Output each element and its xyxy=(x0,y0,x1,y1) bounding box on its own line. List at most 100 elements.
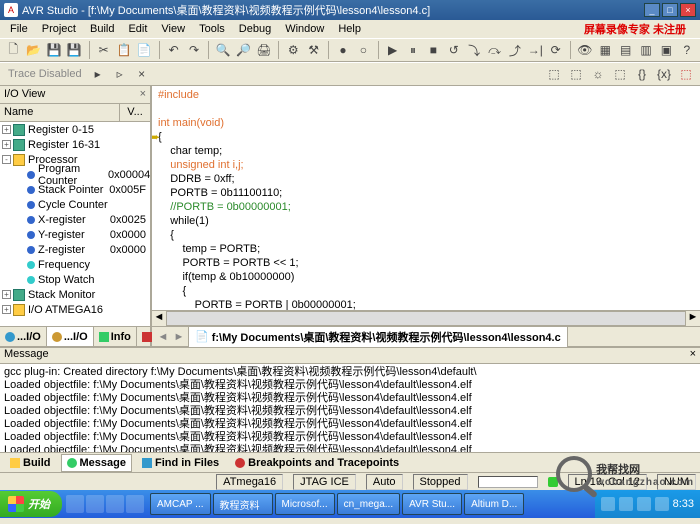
menu-view[interactable]: View xyxy=(155,21,191,37)
ql-icon[interactable] xyxy=(106,495,124,513)
task-button[interactable]: AVR Stu... xyxy=(402,493,462,515)
tree-row[interactable]: +Stack Monitor xyxy=(0,287,150,302)
task-button[interactable]: 教程资料 xyxy=(213,493,273,515)
io-tree[interactable]: +Register 0-15+Register 16-31-ProcessorP… xyxy=(0,122,150,326)
tree-row[interactable]: +Register 0-15 xyxy=(0,122,150,137)
tab-breakpoints[interactable]: Breakpoints and Tracepoints xyxy=(229,454,405,472)
undo-icon[interactable]: ↶ xyxy=(164,40,182,60)
tab-io2[interactable]: ...I/O xyxy=(47,327,94,346)
tree-row[interactable]: Stack Pointer0x005F xyxy=(0,182,150,197)
ql-icon[interactable] xyxy=(126,495,144,513)
step-over-icon[interactable]: ⤼ xyxy=(485,40,503,60)
step-into-icon[interactable]: ⤵ xyxy=(465,40,483,60)
minimize-button[interactable]: _ xyxy=(644,3,660,17)
db-btn7-icon[interactable]: ⬚ xyxy=(676,64,696,84)
status-caps: NUM xyxy=(657,474,696,490)
db-btn3-icon[interactable]: ☼ xyxy=(588,64,608,84)
toggle-bp-icon[interactable]: ● xyxy=(334,40,352,60)
tray-icon[interactable] xyxy=(601,497,615,511)
tab-info[interactable]: Info xyxy=(94,327,137,346)
code-editor[interactable]: #include int main(void)➨{ char temp; uns… xyxy=(152,86,700,310)
message-list[interactable]: gcc plug-in: Created directory f:\My Doc… xyxy=(0,364,700,452)
system-tray[interactable]: 8:33 xyxy=(595,490,700,518)
menu-file[interactable]: File xyxy=(4,21,34,37)
message-close-icon[interactable]: × xyxy=(690,348,696,363)
tree-row[interactable]: +Register 16-31 xyxy=(0,137,150,152)
run-icon[interactable]: ▶ xyxy=(383,40,401,60)
task-button[interactable]: AMCAP ... xyxy=(150,493,211,515)
find-icon[interactable]: 🔍 xyxy=(214,40,232,60)
menu-window[interactable]: Window xyxy=(279,21,330,37)
reset-icon[interactable]: ↺ xyxy=(445,40,463,60)
tray-icon[interactable] xyxy=(637,497,651,511)
compile-icon[interactable]: ⚒ xyxy=(305,40,323,60)
saveall-icon[interactable]: 💾 xyxy=(65,40,83,60)
run-cursor-icon[interactable]: →| xyxy=(526,40,544,60)
db-btn2-icon[interactable]: ⬚ xyxy=(566,64,586,84)
open-icon[interactable]: 📂 xyxy=(24,40,42,60)
io-view-close-icon[interactable]: × xyxy=(140,88,146,101)
build-icon[interactable]: ⚙ xyxy=(284,40,302,60)
menu-tools[interactable]: Tools xyxy=(193,21,231,37)
tree-row[interactable]: Cycle Counter xyxy=(0,197,150,212)
tree-row[interactable]: +I/O ATMEGA16 xyxy=(0,302,150,317)
tree-row[interactable]: Z-register0x0000 xyxy=(0,242,150,257)
trace-btn1-icon[interactable]: ▸ xyxy=(88,64,108,84)
tree-row[interactable]: Frequency xyxy=(0,257,150,272)
menu-build[interactable]: Build xyxy=(84,21,120,37)
disasm-icon[interactable]: ▥ xyxy=(637,40,655,60)
help-icon[interactable]: ? xyxy=(678,40,696,60)
tree-row[interactable]: Program Counter0x00004 xyxy=(0,167,150,182)
menu-project[interactable]: Project xyxy=(36,21,82,37)
paste-icon[interactable]: 📄 xyxy=(135,40,153,60)
code-scrollbar[interactable]: ◄► xyxy=(152,310,700,326)
db-btn5-icon[interactable]: {} xyxy=(632,64,652,84)
remove-bp-icon[interactable]: ○ xyxy=(354,40,372,60)
memory-icon[interactable]: ▤ xyxy=(616,40,634,60)
tab-prev-icon[interactable]: ◄ xyxy=(156,331,170,343)
menu-edit[interactable]: Edit xyxy=(122,21,153,37)
print-icon[interactable]: 🖨 xyxy=(255,40,273,60)
ql-icon[interactable] xyxy=(66,495,84,513)
task-button[interactable]: cn_mega... xyxy=(337,493,400,515)
menu-help[interactable]: Help xyxy=(332,21,367,37)
tree-row[interactable]: Y-register0x0000 xyxy=(0,227,150,242)
pause-icon[interactable]: ⏸ xyxy=(404,40,422,60)
registers-icon[interactable]: ▦ xyxy=(596,40,614,60)
file-tab[interactable]: 📄 f:\My Documents\桌面\教程资料\视频教程示例代码\lesso… xyxy=(188,326,568,348)
tab-next-icon[interactable]: ► xyxy=(172,331,186,343)
tray-icon[interactable] xyxy=(619,497,633,511)
close-button[interactable]: × xyxy=(680,3,696,17)
tab-find[interactable]: Find in Files xyxy=(136,454,225,472)
start-button[interactable]: 开始 xyxy=(0,491,62,517)
tray-icon[interactable] xyxy=(655,497,669,511)
copy-icon[interactable]: 📋 xyxy=(115,40,133,60)
watch-icon[interactable]: 👁 xyxy=(576,40,594,60)
maximize-button[interactable]: □ xyxy=(662,3,678,17)
tree-row[interactable]: X-register0x0025 xyxy=(0,212,150,227)
col-value[interactable]: V... xyxy=(120,104,150,121)
db-btn4-icon[interactable]: ⬚ xyxy=(610,64,630,84)
redo-icon[interactable]: ↷ xyxy=(185,40,203,60)
db-btn-icon[interactable]: ⬚ xyxy=(544,64,564,84)
save-icon[interactable]: 💾 xyxy=(45,40,63,60)
tree-row[interactable]: Stop Watch xyxy=(0,272,150,287)
task-button[interactable]: Altium D... xyxy=(464,493,524,515)
db-btn6-icon[interactable]: {x} xyxy=(654,64,674,84)
auto-step-icon[interactable]: ⟳ xyxy=(546,40,564,60)
tab-io1[interactable]: ...I/O xyxy=(0,327,47,346)
menu-debug[interactable]: Debug xyxy=(233,21,277,37)
trace-close-icon[interactable]: × xyxy=(132,64,152,84)
task-button[interactable]: Microsof... xyxy=(275,493,335,515)
replace-icon[interactable]: 🔎 xyxy=(234,40,252,60)
trace-btn2-icon[interactable]: ▹ xyxy=(110,64,130,84)
tab-message[interactable]: Message xyxy=(61,454,132,472)
io-icon[interactable]: ▣ xyxy=(657,40,675,60)
tab-build[interactable]: Build xyxy=(4,454,57,472)
stop-icon[interactable]: ■ xyxy=(424,40,442,60)
new-icon[interactable]: 🗋 xyxy=(4,40,22,60)
step-out-icon[interactable]: ⤴ xyxy=(506,40,524,60)
col-name[interactable]: Name xyxy=(0,104,120,121)
ql-icon[interactable] xyxy=(86,495,104,513)
cut-icon[interactable]: ✂ xyxy=(94,40,112,60)
